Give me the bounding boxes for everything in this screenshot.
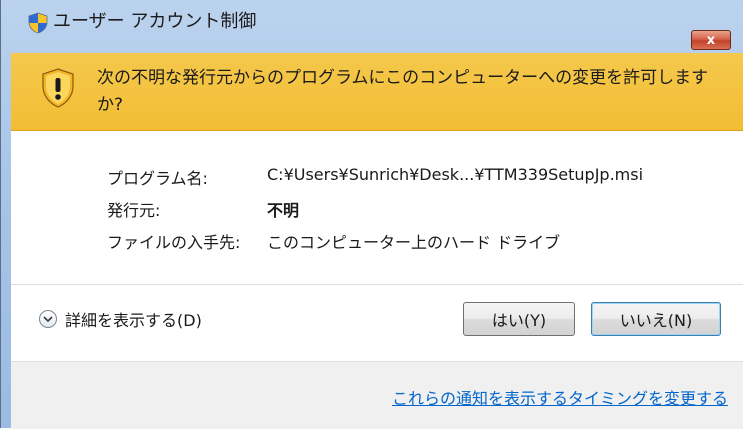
uac-shield-icon bbox=[28, 12, 48, 34]
show-details-label[interactable]: 詳細を表示する(D) bbox=[65, 307, 202, 331]
show-details-toggle[interactable]: 詳細を表示する(D) bbox=[39, 307, 202, 331]
publisher-value: 不明 bbox=[267, 201, 300, 220]
file-origin-value: このコンピューター上のハード ドライブ bbox=[267, 233, 561, 252]
chevron-down-icon[interactable] bbox=[39, 310, 57, 328]
warning-message: 次の不明な発行元からのプログラムにこのコンピューターへの変更を許可しますか? bbox=[97, 68, 709, 115]
dialog-body: 次の不明な発行元からのプログラムにこのコンピューターへの変更を許可しますか? プ… bbox=[11, 53, 743, 429]
window-title: ユーザー アカウント制御 bbox=[53, 11, 257, 32]
publisher-label: 発行元: bbox=[107, 201, 161, 220]
no-button[interactable]: いいえ(N) bbox=[591, 302, 721, 336]
close-button[interactable]: x bbox=[691, 30, 731, 50]
button-area: 詳細を表示する(D) はい(Y) いいえ(N) bbox=[11, 285, 743, 360]
yes-button[interactable]: はい(Y) bbox=[463, 302, 575, 336]
uac-dialog-window: ユーザー アカウント制御 x 次の不明な発行元からのプログラムにこのコンピュータ… bbox=[0, 0, 743, 429]
title-bar[interactable]: ユーザー アカウント制御 x bbox=[1, 0, 743, 50]
warning-banner: 次の不明な発行元からのプログラムにこのコンピューターへの変更を許可しますか? bbox=[11, 53, 743, 131]
close-icon: x bbox=[706, 32, 716, 48]
warning-shield-icon bbox=[42, 68, 74, 108]
file-origin-label: ファイルの入手先: bbox=[107, 233, 241, 252]
footer: これらの通知を表示するタイミングを変更する bbox=[11, 361, 743, 429]
change-notification-settings-link[interactable]: これらの通知を表示するタイミングを変更する bbox=[392, 385, 728, 409]
program-name-value: C:¥Users¥Sunrich¥Desk...¥TTM339SetupJp.m… bbox=[267, 165, 644, 184]
program-name-label: プログラム名: bbox=[107, 169, 208, 188]
